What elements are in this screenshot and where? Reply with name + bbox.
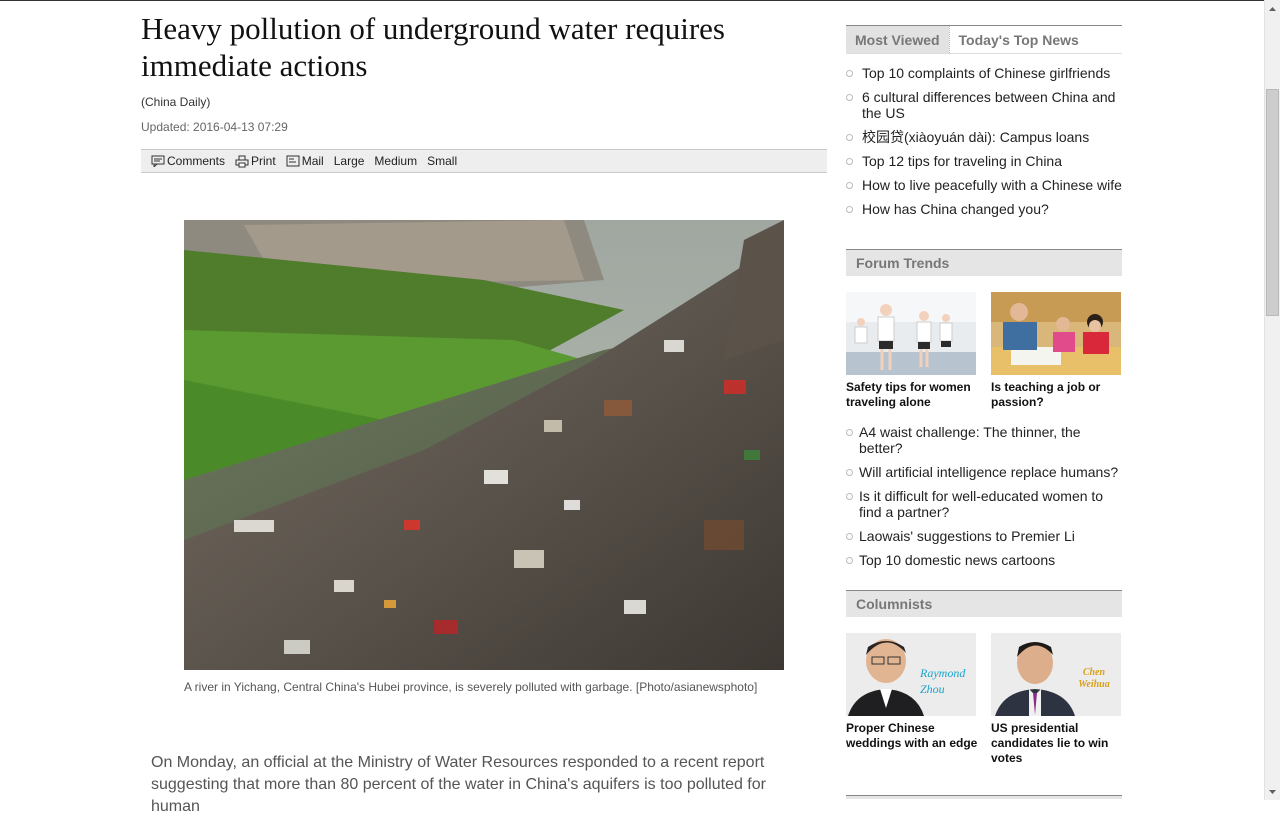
columnist-name: Raymond Zhou	[920, 666, 966, 696]
list-item[interactable]: Top 10 domestic news cartoons	[846, 552, 1122, 568]
article-updated: Updated: 2016-04-13 07:29	[141, 120, 288, 134]
mail-icon	[286, 155, 300, 167]
window-top-border	[0, 0, 1264, 1]
sidebar: Most Viewed Today's Top News Top 10 comp…	[846, 25, 1122, 799]
sidebar-tabs: Most Viewed Today's Top News	[846, 25, 1122, 54]
mail-button[interactable]: Mail	[286, 154, 324, 168]
comment-icon	[151, 155, 165, 167]
columnist-thumb[interactable]: Chen Weihua	[991, 633, 1121, 716]
forum-trends-list: A4 waist challenge: The thinner, the bet…	[846, 424, 1122, 576]
font-large-button[interactable]: Large	[334, 154, 365, 168]
list-item[interactable]: Laowais' suggestions to Premier Li	[846, 528, 1122, 544]
photo-caption: A river in Yichang, Central China's Hube…	[184, 680, 758, 694]
list-item[interactable]: Top 12 tips for traveling in China	[846, 153, 1122, 169]
forum-thumb-teaching[interactable]	[991, 292, 1121, 375]
next-section-divider	[846, 795, 1122, 799]
article-photo	[184, 220, 784, 670]
article-title: Heavy pollution of underground water req…	[141, 11, 725, 83]
list-item[interactable]: 校园贷(xiàoyuán dài): Campus loans	[846, 129, 1122, 145]
scrollbar-thumb[interactable]	[1266, 89, 1279, 316]
teacher-with-kids-photo	[991, 292, 1121, 375]
forum-trends-heading: Forum Trends	[846, 249, 1122, 276]
article-source: (China Daily)	[141, 95, 211, 109]
scroll-up-arrow-icon[interactable]	[1265, 0, 1280, 17]
list-item[interactable]: How has China changed you?	[846, 201, 1122, 217]
list-item[interactable]: A4 waist challenge: The thinner, the bet…	[846, 424, 1122, 456]
forum-thumb-caption[interactable]: Is teaching a job or passion?	[991, 380, 1126, 410]
printer-icon	[235, 155, 249, 167]
print-button[interactable]: Print	[235, 154, 276, 168]
columnist-name: Chen Weihua	[1078, 667, 1110, 690]
list-item[interactable]: Will artificial intelligence replace hum…	[846, 464, 1122, 480]
columnist-caption[interactable]: US presidential candidates lie to win vo…	[991, 721, 1126, 766]
list-item[interactable]: Is it difficult for well-educated women …	[846, 488, 1122, 520]
comments-label: Comments	[167, 154, 226, 168]
font-medium-button[interactable]: Medium	[374, 154, 417, 168]
list-item[interactable]: How to live peacefully with a Chinese wi…	[846, 177, 1122, 193]
most-viewed-list: Top 10 complaints of Chinese girlfriends…	[846, 65, 1122, 225]
scroll-down-arrow-icon[interactable]	[1265, 783, 1280, 800]
vertical-scrollbar[interactable]	[1264, 0, 1280, 800]
women-exercising-photo	[846, 292, 976, 375]
list-item[interactable]: Top 10 complaints of Chinese girlfriends	[846, 65, 1122, 81]
forum-thumb-caption[interactable]: Safety tips for women traveling alone	[846, 380, 981, 410]
article-toolbar: Comments Print Mail Large Medium Small	[141, 149, 827, 173]
tab-most-viewed[interactable]: Most Viewed	[846, 26, 949, 53]
comments-button[interactable]: Comments	[151, 154, 225, 168]
forum-thumb-safety[interactable]	[846, 292, 976, 375]
tab-todays-top-news[interactable]: Today's Top News	[948, 26, 1088, 53]
article-body: On Monday, an official at the Ministry o…	[151, 754, 766, 815]
article: Heavy pollution of underground water req…	[141, 10, 827, 815]
list-item[interactable]: 6 cultural differences between China and…	[846, 89, 1122, 121]
polluted-river-photo	[184, 220, 784, 670]
columnist-thumb[interactable]: Raymond Zhou	[846, 633, 976, 716]
columnists-heading: Columnists	[846, 590, 1122, 617]
print-label: Print	[251, 154, 276, 168]
font-small-button[interactable]: Small	[427, 154, 457, 168]
mail-label: Mail	[301, 154, 324, 168]
columnist-caption[interactable]: Proper Chinese weddings with an edge	[846, 721, 981, 751]
